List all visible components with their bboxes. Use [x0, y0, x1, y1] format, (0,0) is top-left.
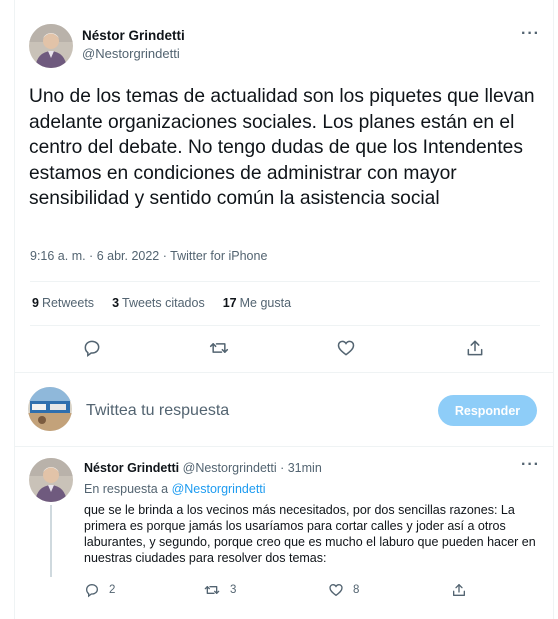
like-count: 8 — [353, 584, 360, 596]
tweet-text: Uno de los temas de actualidad son los p… — [29, 86, 535, 210]
like-icon — [329, 583, 343, 597]
like-icon[interactable] — [336, 338, 358, 360]
tweet-timestamp[interactable]: 9:16 a. m. · 6 abr. 2022 · Twitter for i… — [30, 249, 267, 263]
thread-line — [50, 505, 52, 577]
share-icon — [453, 584, 465, 596]
quotes-label: Tweets citados — [122, 296, 205, 310]
reply-more-icon[interactable]: ··· — [521, 456, 540, 474]
author-handle[interactable]: @Nestorgrindetti — [82, 46, 180, 61]
likes-label: Me gusta — [239, 296, 292, 310]
reply-count: 2 — [109, 584, 116, 596]
retweet-count: 3 — [230, 584, 237, 596]
share-icon[interactable] — [465, 338, 487, 360]
user-avatar[interactable] — [28, 387, 72, 431]
reply-icon — [85, 583, 99, 598]
in-reply-to: En respuesta a @Nestorgrindetti — [84, 482, 266, 496]
retweet-icon[interactable] — [209, 338, 231, 360]
divider — [15, 446, 553, 447]
reply-like-action[interactable]: 8 — [328, 582, 359, 598]
author-avatar[interactable] — [29, 24, 73, 68]
retweets-count: 9 — [32, 296, 39, 310]
quotes-count: 3 — [112, 296, 120, 310]
retweets-label: Retweets — [41, 296, 95, 310]
divider — [30, 281, 540, 282]
retweet-icon — [204, 586, 220, 594]
reply-icon[interactable] — [82, 338, 104, 360]
reply-header: Néstor Grindetti @Nestorgrindetti · 31mi… — [84, 461, 322, 475]
in-reply-handle-link[interactable]: @Nestorgrindetti — [172, 482, 266, 496]
likes-count: 17 — [222, 296, 237, 310]
tweet-stats: 9 Retweets 3 Tweets citados 17 Me gusta — [32, 296, 291, 310]
retweets-stat[interactable]: 9 Retweets — [32, 296, 94, 310]
reply-share-action[interactable] — [451, 582, 467, 598]
reply-submit-button[interactable]: Responder — [438, 395, 537, 426]
more-icon[interactable]: ··· — [521, 25, 540, 43]
quotes-stat[interactable]: 3 Tweets citados — [112, 296, 205, 310]
reply-input[interactable]: Twittea tu respuesta — [86, 402, 229, 420]
reply-author-handle-time[interactable]: @Nestorgrindetti · 31min — [183, 461, 322, 475]
reply-author-avatar[interactable] — [29, 458, 73, 502]
author-name[interactable]: Néstor Grindetti — [82, 28, 185, 43]
likes-stat[interactable]: 17 Me gusta — [223, 296, 291, 310]
reply-retweet-action[interactable]: 3 — [203, 582, 236, 598]
in-reply-prefix: En respuesta a — [84, 482, 172, 496]
reply-author-name[interactable]: Néstor Grindetti — [84, 461, 179, 475]
reply-reply-action[interactable]: 2 — [84, 582, 115, 598]
divider — [30, 325, 540, 326]
reply-text: que se le brinda a los vecinos más neces… — [84, 503, 536, 565]
divider — [15, 372, 553, 373]
